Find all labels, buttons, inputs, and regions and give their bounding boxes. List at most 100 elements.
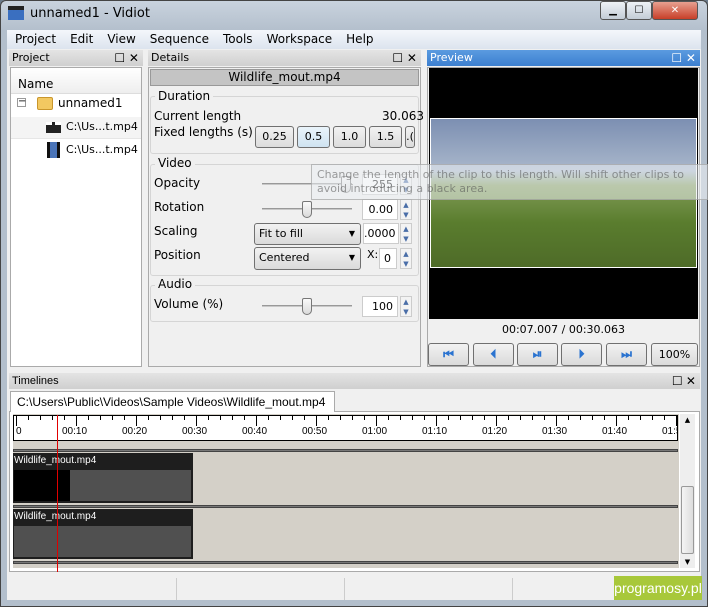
- panel-controls[interactable]: ☐ ✕: [114, 50, 139, 66]
- panel-controls[interactable]: ☐ ✕: [392, 50, 417, 66]
- ruler-tick: [520, 416, 521, 420]
- ruler-tick: [484, 416, 485, 420]
- rotation-spinner[interactable]: ▲ ▼: [400, 199, 412, 220]
- ruler-tick: [304, 416, 305, 420]
- chevron-down-icon: ▼: [348, 229, 355, 238]
- clip-name: Wildlife_mout.mp4: [14, 455, 97, 466]
- playhead-cursor[interactable]: [57, 415, 59, 572]
- ruler-tick: [628, 416, 629, 420]
- ruler-tick: [244, 416, 245, 420]
- ruler-label: 01:20: [482, 426, 508, 437]
- fixed-lengths-label: Fixed lengths (s): [154, 125, 253, 139]
- project-item[interactable]: C:\Us...t.mp4: [66, 120, 138, 133]
- timeline-clip[interactable]: Wildlife_mout.mp4: [13, 509, 194, 559]
- timeline-clip[interactable]: Wildlife_mout.mp4: [13, 453, 194, 503]
- position-label: Position: [154, 248, 201, 262]
- scaling-input[interactable]: .0000: [363, 223, 399, 244]
- maximize-button[interactable]: ☐: [626, 1, 652, 20]
- ruler-tick: [208, 416, 209, 420]
- time-ruler[interactable]: 0 00:10 00:20 00:30 00:40 00:50 01:00 01:10 01:2…: [13, 415, 678, 441]
- x-spinner[interactable]: ▲ ▼: [400, 248, 412, 269]
- ruler-tick: [52, 416, 53, 420]
- volume-input[interactable]: 100: [362, 296, 398, 317]
- position-selected: Centered: [259, 251, 310, 264]
- collapse-icon[interactable]: −: [17, 97, 26, 107]
- scaling-select[interactable]: Fit to fill ▼: [254, 223, 361, 245]
- ruler-tick: [412, 416, 413, 420]
- status-field: [345, 578, 513, 600]
- ruler-label: 01:5: [662, 426, 677, 437]
- scroll-up-icon[interactable]: ▲: [680, 416, 695, 424]
- chevron-down-icon: ▼: [348, 253, 355, 262]
- scaling-label: Scaling: [154, 224, 198, 238]
- clip-body: [14, 526, 192, 557]
- rotation-slider-thumb[interactable]: [302, 201, 312, 218]
- x-input[interactable]: 0: [379, 248, 397, 269]
- ruler-tick: [424, 416, 425, 420]
- rotation-input[interactable]: 0.00: [362, 199, 398, 220]
- minimize-button[interactable]: ▁: [600, 1, 626, 20]
- ruler-tick: [196, 416, 197, 426]
- ruler-tick: [232, 416, 233, 420]
- ruler-tick: [532, 416, 533, 420]
- ruler-tick: [604, 416, 605, 420]
- ruler-tick: [28, 416, 29, 420]
- close-button[interactable]: ✕: [652, 1, 698, 20]
- scroll-down-icon[interactable]: ▼: [680, 558, 695, 566]
- menu-edit[interactable]: Edit: [62, 30, 99, 49]
- ruler-tick: [388, 416, 389, 420]
- menu-view[interactable]: View: [99, 30, 141, 49]
- panel-controls[interactable]: ☐ ✕: [671, 50, 696, 66]
- project-tree[interactable]: Name − unnamed1 C:\Us...t.mp4 C:\Us...t.…: [10, 67, 142, 367]
- play-pause-icon: ⏯: [532, 347, 543, 361]
- clapper-icon: [46, 122, 61, 133]
- ruler-tick: [544, 416, 545, 420]
- track-divider: [13, 505, 678, 508]
- play-pause-button[interactable]: ⏯: [517, 343, 558, 366]
- timeline-tab[interactable]: C:\Users\Public\Videos\Sample Videos\Wil…: [10, 391, 335, 412]
- scrollbar-thumb[interactable]: [681, 486, 694, 554]
- timeline-scrollbar[interactable]: ▲ ▼: [680, 414, 695, 568]
- previous-frame-button[interactable]: ⏴: [473, 343, 514, 366]
- ruler-tick: [64, 416, 65, 420]
- volume-slider-thumb[interactable]: [302, 298, 312, 315]
- current-length-label: Current length: [154, 109, 242, 123]
- go-to-start-button[interactable]: ⏮: [428, 343, 469, 366]
- column-header-name[interactable]: Name: [11, 68, 141, 94]
- ruler-label: 0: [16, 426, 22, 437]
- fixed-length-button[interactable]: 0.25: [255, 126, 294, 148]
- fixed-length-button[interactable]: .(: [405, 126, 415, 148]
- menu-project[interactable]: Project: [7, 30, 62, 49]
- ruler-tick: [568, 416, 569, 420]
- volume-spinner[interactable]: ▲ ▼: [400, 296, 412, 317]
- next-frame-button[interactable]: ⏵: [561, 343, 602, 366]
- position-select[interactable]: Centered ▼: [254, 247, 361, 270]
- ruler-tick: [124, 416, 125, 420]
- ruler-tick: [160, 416, 161, 420]
- panel-controls[interactable]: ☐ ✕: [672, 373, 696, 389]
- ruler-tick: [256, 416, 257, 426]
- project-root[interactable]: unnamed1: [58, 96, 123, 110]
- menu-workspace[interactable]: Workspace: [259, 30, 339, 49]
- opacity-label: Opacity: [154, 176, 201, 190]
- menu-help[interactable]: Help: [338, 30, 379, 49]
- ruler-tick: [112, 416, 113, 420]
- rotation-label: Rotation: [154, 200, 205, 214]
- fixed-length-button[interactable]: 0.5: [297, 126, 330, 148]
- ruler-label: 00:10: [62, 426, 88, 437]
- clip-thumbnail: [14, 470, 70, 501]
- ruler-tick: [280, 416, 281, 420]
- duration-label: Duration: [155, 89, 214, 103]
- menu-tools[interactable]: Tools: [215, 30, 259, 49]
- project-item[interactable]: C:\Us...t.mp4: [66, 143, 138, 156]
- ruler-tick: [316, 416, 317, 426]
- go-to-end-button[interactable]: ⏭: [606, 343, 647, 366]
- zoom-button[interactable]: 100%: [651, 343, 698, 366]
- audio-label: Audio: [155, 277, 196, 291]
- ruler-tick: [664, 416, 665, 420]
- scaling-spinner[interactable]: ▲ ▼: [400, 223, 412, 244]
- ruler-tick: [676, 416, 677, 426]
- fixed-length-button[interactable]: 1.5: [369, 126, 402, 148]
- fixed-length-button[interactable]: 1.0: [333, 126, 366, 148]
- menu-sequence[interactable]: Sequence: [142, 30, 215, 49]
